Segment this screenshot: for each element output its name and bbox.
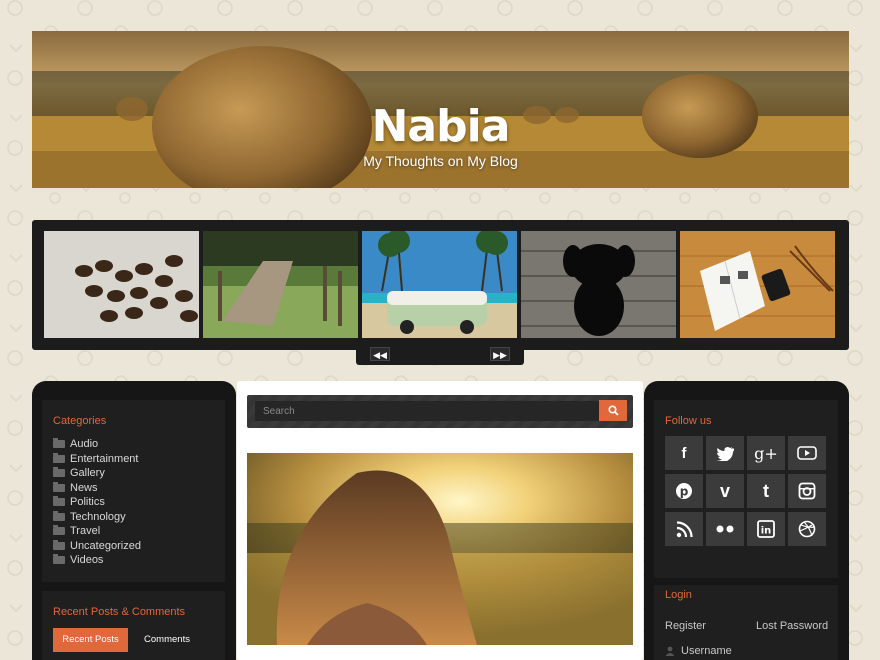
category-item[interactable]: Videos	[53, 553, 141, 568]
category-label: Videos	[70, 554, 104, 566]
youtube-icon[interactable]	[788, 436, 826, 470]
folder-icon	[53, 525, 65, 536]
left-sidebar: Categories Audio Entertainment Gallery News…	[32, 381, 236, 660]
slide-black-puppy[interactable]	[521, 231, 676, 338]
folder-icon	[53, 496, 65, 507]
search-icon	[607, 405, 619, 416]
category-item[interactable]: News	[53, 481, 141, 496]
lost-password-link[interactable]: Lost Password	[756, 620, 828, 632]
folder-icon	[53, 452, 65, 463]
twitter-icon[interactable]	[706, 436, 744, 470]
search-input[interactable]	[255, 401, 599, 421]
fast-forward-icon[interactable]: ▶▶	[490, 347, 510, 361]
site-title[interactable]: Nabia	[32, 101, 849, 152]
header-banner: Nabia My Thoughts on My Blog	[32, 31, 849, 188]
folder-icon	[53, 554, 65, 565]
category-item[interactable]: Entertainment	[53, 452, 141, 467]
user-icon	[665, 646, 675, 656]
rss-icon[interactable]	[665, 512, 703, 546]
category-label: Entertainment	[70, 452, 139, 465]
instagram-icon[interactable]	[788, 474, 826, 508]
right-sidebar: Follow us f g+ p v t in Login Register L…	[644, 381, 849, 660]
tumblr-icon[interactable]: t	[747, 474, 785, 508]
dribbble-icon[interactable]	[788, 512, 826, 546]
category-item[interactable]: Travel	[53, 524, 141, 539]
recent-posts-title: Recent Posts & Comments	[53, 606, 186, 618]
slide-notebook-desk[interactable]	[680, 231, 835, 338]
folder-icon	[53, 510, 65, 521]
category-item[interactable]: Uncategorized	[53, 539, 141, 554]
categories-title: Categories	[53, 415, 107, 427]
slider-controls: ◀◀ ▶▶	[356, 344, 524, 365]
category-label: News	[70, 481, 98, 494]
svg-text:in: in	[761, 526, 772, 537]
main-content	[237, 381, 643, 660]
slide-wooden-pier[interactable]	[203, 231, 358, 338]
category-item[interactable]: Politics	[53, 495, 141, 510]
categories-widget: Categories Audio Entertainment Gallery News…	[42, 400, 225, 582]
follow-us-title: Follow us	[665, 415, 712, 427]
image-slider	[32, 220, 849, 350]
vimeo-icon[interactable]: v	[706, 474, 744, 508]
category-label: Politics	[70, 496, 105, 508]
category-label: Gallery	[70, 467, 105, 479]
folder-icon	[53, 467, 65, 478]
pinterest-icon[interactable]: p	[665, 474, 703, 508]
register-link[interactable]: Register	[665, 620, 706, 632]
folder-icon	[53, 438, 65, 449]
username-field-label: Username	[665, 645, 732, 657]
rewind-icon[interactable]: ◀◀	[370, 347, 390, 361]
google-plus-icon[interactable]: g+	[747, 436, 785, 470]
recent-posts-widget: Recent Posts & Comments Recent Posts Com…	[42, 591, 225, 660]
category-label: Audio	[70, 438, 99, 450]
category-label: Technology	[70, 510, 126, 523]
post-featured-image[interactable]	[247, 453, 633, 645]
flickr-icon[interactable]	[706, 512, 744, 546]
svg-text:p: p	[680, 485, 689, 499]
categories-list: Audio Entertainment Gallery News Politics Tec…	[53, 437, 141, 568]
category-item[interactable]: Audio	[53, 437, 141, 452]
category-label: Travel	[70, 525, 101, 537]
tab-recent-posts[interactable]: Recent Posts	[53, 628, 128, 652]
tab-comments[interactable]: Comments	[132, 628, 202, 652]
login-title: Login	[665, 589, 692, 601]
social-icons-grid: f g+ p v t in	[665, 436, 829, 546]
site-tagline: My Thoughts on My Blog	[363, 153, 518, 169]
folder-icon	[53, 481, 65, 492]
facebook-icon[interactable]: f	[665, 436, 703, 470]
search-bar	[247, 395, 633, 428]
folder-icon	[53, 539, 65, 550]
category-label: Uncategorized	[70, 539, 141, 552]
slide-coffee-beans[interactable]	[44, 231, 199, 338]
slide-vw-van-beach[interactable]	[362, 231, 517, 338]
category-item[interactable]: Gallery	[53, 466, 141, 481]
search-button[interactable]	[599, 400, 627, 421]
linkedin-icon[interactable]: in	[747, 512, 785, 546]
category-item[interactable]: Technology	[53, 510, 141, 525]
username-label: Username	[681, 645, 732, 657]
